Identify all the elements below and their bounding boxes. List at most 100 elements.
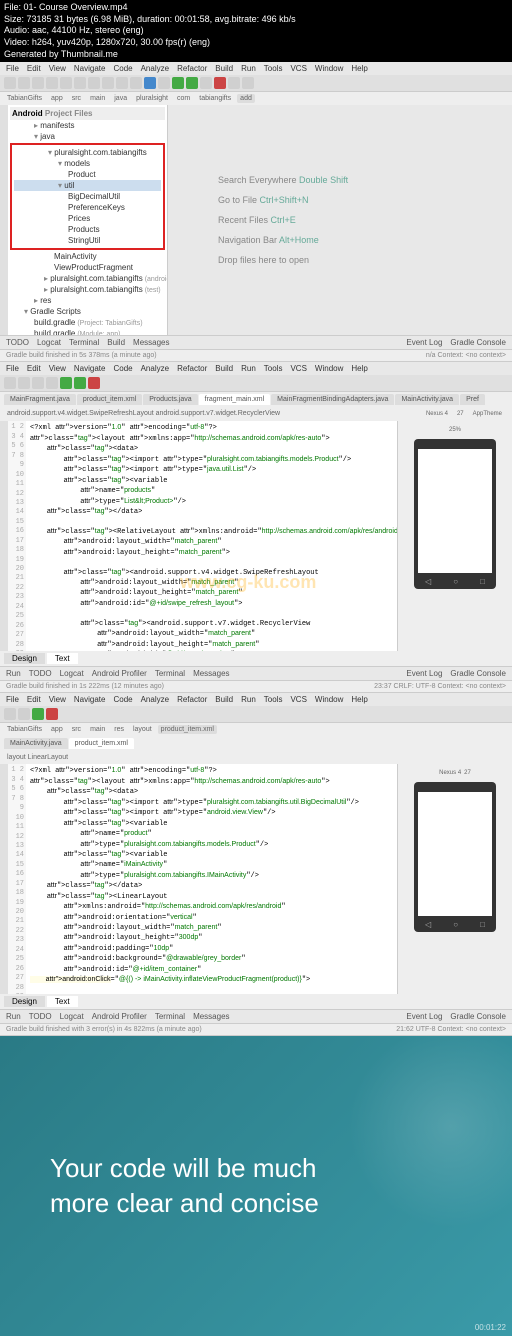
menu-view[interactable]: View [49,64,66,73]
menu-tools[interactable]: Tools [264,64,283,73]
tree-item[interactable]: ViewProductFragment [10,262,165,273]
tool-window-stripe-left-3[interactable] [0,764,8,994]
sdk-icon[interactable] [242,77,254,89]
stop-icon[interactable] [88,377,100,389]
run-icon[interactable] [172,77,184,89]
menu-vcs[interactable]: VCS [290,364,306,373]
menu-analyze[interactable]: Analyze [141,364,169,373]
etab-3[interactable]: fragment_main.xml [199,394,271,405]
run-icon[interactable] [32,708,44,720]
text-tab-3[interactable]: Text [47,996,78,1007]
tab-run[interactable]: Run [6,669,21,678]
menu-window[interactable]: Window [315,364,343,373]
crumb-java[interactable]: java [111,94,130,103]
tab-build[interactable]: Build [107,338,125,347]
project-tree[interactable]: Android Project Files manifestsjavaplura… [8,105,168,335]
api-selector[interactable]: 27 [454,410,467,418]
menu-analyze[interactable]: Analyze [141,695,169,704]
stop-icon[interactable] [46,708,58,720]
avd-icon[interactable] [228,77,240,89]
crumb3-1[interactable]: app [48,725,66,734]
tree-item[interactable]: Prices [14,213,161,224]
menu-file[interactable]: File [6,364,19,373]
tab-terminal[interactable]: Terminal [69,338,99,347]
menu-refactor[interactable]: Refactor [177,64,207,73]
tree-item[interactable]: BigDecimalUtil [14,191,161,202]
tab-profiler[interactable]: Android Profiler [92,669,147,678]
tree-item[interactable]: MainActivity [10,251,165,262]
crumb-pkg2[interactable]: com [174,94,193,103]
menu-navigate[interactable]: Navigate [74,695,106,704]
menu-help[interactable]: Help [351,695,367,704]
tree-item[interactable]: pluralsight.com.tabiangifts (test) [10,284,165,295]
etab-6[interactable]: Pref [460,394,485,405]
etab-5[interactable]: MainActivity.java [395,394,459,405]
link-gradle-console[interactable]: Gradle Console [450,338,506,347]
tree-item[interactable]: build.gradle (Module: app) [10,328,165,335]
crumb3-5[interactable]: layout [130,725,155,734]
menu-refactor[interactable]: Refactor [177,695,207,704]
design-tab-3[interactable]: Design [4,996,45,1007]
sync-icon[interactable] [32,77,44,89]
debug-icon[interactable] [186,77,198,89]
menu-code[interactable]: Code [113,695,132,704]
tree-item[interactable]: Gradle Scripts [10,306,165,317]
menu-view[interactable]: View [49,695,66,704]
tab-logcat[interactable]: Logcat [37,338,61,347]
stop-icon[interactable] [214,77,226,89]
paste-icon[interactable] [102,77,114,89]
tab-run[interactable]: Run [6,1012,21,1021]
code-crumb-text-3[interactable]: layout LinearLayout [4,753,71,762]
crumb-pkg3[interactable]: tabiangifts [196,94,234,103]
tree-item[interactable]: StringUtil [14,235,161,246]
crumb-project[interactable]: TabianGifts [4,94,45,103]
crumb3-2[interactable]: src [69,725,84,734]
code-crumb-text[interactable]: android.support.v4.widget.SwipeRefreshLa… [4,409,283,419]
copy-icon[interactable] [88,77,100,89]
menu-code[interactable]: Code [113,64,132,73]
tree-header[interactable]: Android Project Files [10,107,165,120]
profile-icon[interactable] [200,77,212,89]
menu-build[interactable]: Build [215,64,233,73]
tab-messages[interactable]: Messages [133,338,169,347]
code-editor-2[interactable]: 1 2 3 4 5 6 7 8 9 10 11 12 13 14 15 16 1… [8,764,397,994]
tab-todo[interactable]: TODO [29,1012,52,1021]
crumb3-6[interactable]: product_item.xml [158,725,217,734]
crumb-main[interactable]: main [87,94,108,103]
undo-icon[interactable] [32,377,44,389]
menu-view[interactable]: View [49,364,66,373]
crumb-src[interactable]: src [69,94,84,103]
tree-item[interactable]: models [14,158,161,169]
tab-logcat[interactable]: Logcat [60,1012,84,1021]
menu-run[interactable]: Run [241,364,256,373]
tree-item[interactable]: pluralsight.com.tabiangifts [14,147,161,158]
crumb-pkg1[interactable]: pluralsight [133,94,171,103]
crumb3-0[interactable]: TabianGifts [4,725,45,734]
menu-edit[interactable]: Edit [27,695,41,704]
tree-mode-dropdown[interactable]: Project Files [45,109,93,118]
etab-0[interactable]: MainFragment.java [4,394,76,405]
preview-zoom[interactable]: 25% [447,425,463,435]
tab-messages[interactable]: Messages [193,1012,229,1021]
tree-item[interactable]: Product [14,169,161,180]
tab-terminal[interactable]: Terminal [155,669,185,678]
tree-item[interactable]: util [14,180,161,191]
code-content-2[interactable]: <?xml attr">version="1.0" attr">encoding… [26,764,397,994]
link-event-log[interactable]: Event Log [406,1012,442,1021]
forward-icon[interactable] [130,77,142,89]
menu-help[interactable]: Help [351,64,367,73]
menu-tools[interactable]: Tools [264,364,283,373]
menu-tools[interactable]: Tools [264,695,283,704]
menu-navigate[interactable]: Navigate [74,364,106,373]
etab-4[interactable]: MainFragmentBindingAdapters.java [271,394,394,405]
etab3-1[interactable]: product_item.xml [69,738,134,749]
crumb3-4[interactable]: res [111,725,127,734]
menu-file[interactable]: File [6,695,19,704]
menu-code[interactable]: Code [113,364,132,373]
undo-icon[interactable] [46,77,58,89]
save-icon[interactable] [18,77,30,89]
menu-window[interactable]: Window [315,64,343,73]
run-icon[interactable] [60,377,72,389]
theme-selector[interactable]: AppTheme [470,410,505,418]
menu-help[interactable]: Help [351,364,367,373]
